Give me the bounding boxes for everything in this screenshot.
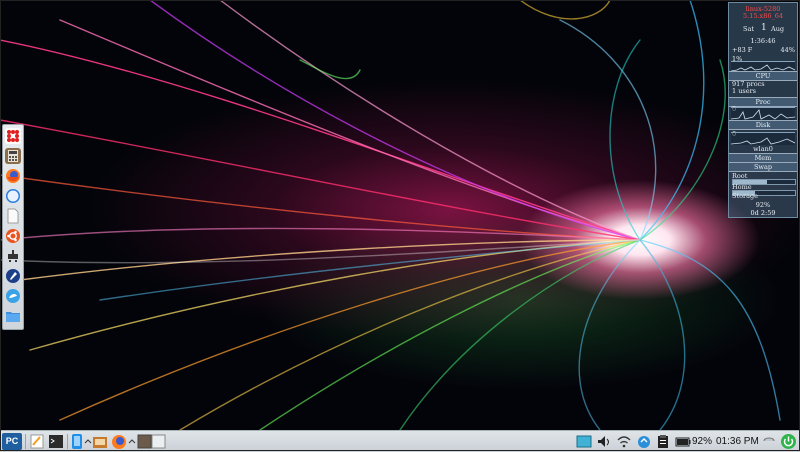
disk-graph xyxy=(731,107,795,120)
network-graph xyxy=(731,132,795,145)
power-icon[interactable] xyxy=(780,433,797,450)
volume-icon[interactable] xyxy=(596,433,612,450)
chat-bird-icon[interactable] xyxy=(5,288,21,304)
battery-percent-label: 92% xyxy=(692,436,713,447)
chevron-up-icon[interactable] xyxy=(84,433,92,450)
day-number-text: 1 xyxy=(761,23,767,33)
show-desktop-icon[interactable] xyxy=(762,433,776,450)
firefox-taskbar-icon[interactable] xyxy=(111,433,127,450)
taskbar-clock[interactable]: 01:36 PM xyxy=(716,434,759,449)
user-count-text: 1 users xyxy=(732,87,757,95)
safari-compass-icon[interactable] xyxy=(5,188,21,204)
battery-percent-text: 92% xyxy=(755,201,771,209)
clipboard-icon[interactable] xyxy=(656,433,670,450)
wallpaper-light-streaks xyxy=(0,0,781,430)
network-interface-text: wlan0 xyxy=(753,145,773,153)
wifi-icon[interactable] xyxy=(616,433,632,450)
kernel-version-text: 5.15.x86_64 xyxy=(743,12,783,20)
network-icon[interactable] xyxy=(5,248,21,264)
month-text: Aug xyxy=(771,25,785,33)
taskbar-separator xyxy=(67,434,68,449)
mobile-app-icon[interactable] xyxy=(71,433,83,450)
battery-icon[interactable] xyxy=(675,433,691,450)
weekday-text: Sat xyxy=(743,25,754,33)
text-editor-icon[interactable] xyxy=(29,433,45,450)
chevron-up-icon[interactable] xyxy=(128,433,136,450)
update-manager-icon[interactable] xyxy=(636,433,652,450)
fs-storage-label: Storage xyxy=(732,192,758,200)
firefox-icon[interactable] xyxy=(5,168,21,184)
taskbar: PC 92% 01:36 PM xyxy=(0,430,800,452)
swap-label: Swap xyxy=(729,162,797,172)
document-icon[interactable] xyxy=(5,208,21,224)
desktop-wallpaper xyxy=(0,0,800,451)
workspace-switcher[interactable] xyxy=(137,433,167,450)
folder-icon[interactable] xyxy=(5,308,21,324)
launcher-dock xyxy=(2,124,24,330)
ubuntu-icon[interactable] xyxy=(5,228,21,244)
taskbar-separator xyxy=(25,434,26,449)
app-grid-icon[interactable] xyxy=(5,128,21,144)
calculator-icon[interactable] xyxy=(5,148,21,164)
terminal-icon[interactable] xyxy=(48,433,64,450)
uptime-text: 0d 2:59 xyxy=(750,209,776,217)
rocket-icon[interactable] xyxy=(5,268,21,284)
start-menu-button[interactable]: PC xyxy=(2,433,22,450)
file-manager-icon[interactable] xyxy=(92,433,108,450)
disk-label: Disk xyxy=(729,120,797,130)
system-monitor-widget: linux-5280 5.15.x86_64 Sat 1 Aug 1:36:46… xyxy=(728,2,798,218)
time-text: 1:36:46 xyxy=(750,37,776,45)
load-percent-text: 44% xyxy=(780,46,795,54)
display-icon[interactable] xyxy=(576,433,592,450)
